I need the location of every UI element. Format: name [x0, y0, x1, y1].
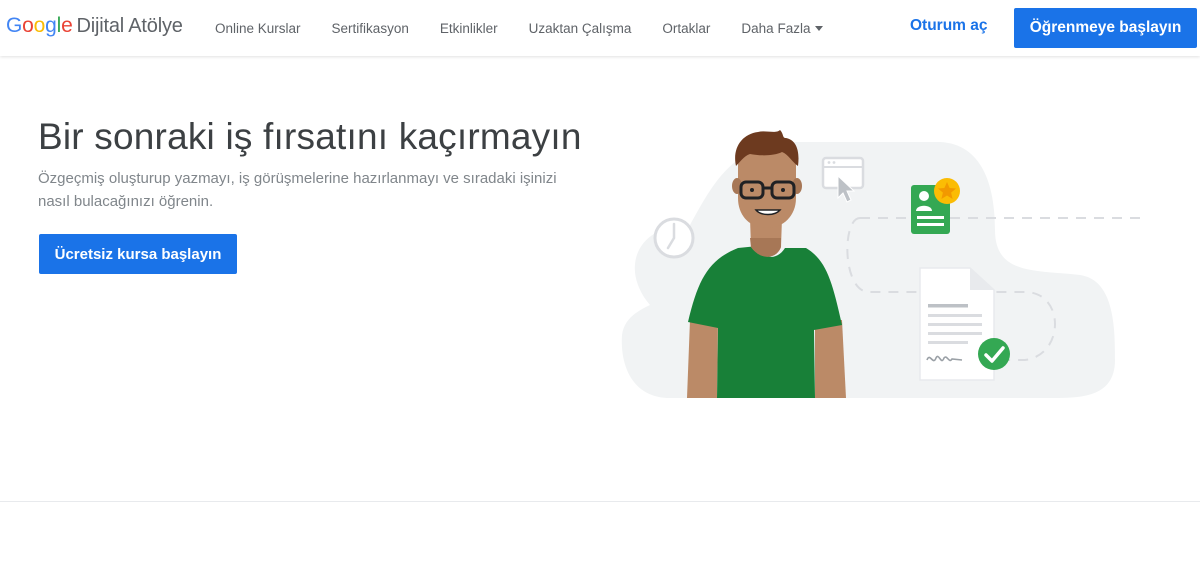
nav-item-label: Etkinlikler: [439, 20, 498, 36]
nav-item-label: Uzaktan Çalışma: [528, 20, 632, 36]
nav-item-online-courses[interactable]: Online Kurslar: [215, 21, 301, 36]
logo-letter: G: [6, 14, 23, 37]
caret-down-icon: [815, 26, 824, 32]
nav-item-more[interactable]: Daha Fazla: [741, 20, 824, 36]
clock-icon: [653, 217, 695, 259]
nav-item-label: Ortaklar: [662, 20, 711, 36]
nav-item-partners[interactable]: Ortaklar: [662, 21, 710, 36]
start-learning-button[interactable]: Öğrenmeye başlayın: [1014, 8, 1197, 48]
nav-item-certification[interactable]: Sertifikasyon: [332, 21, 409, 36]
logo-letter: o: [33, 14, 46, 37]
checkmark-icon: [978, 338, 1010, 370]
logo-letter: g: [45, 14, 57, 37]
hero-description: Özgeçmiş oluşturup yazmayı, iş görüşmele…: [38, 170, 557, 210]
page-title: Bir sonraki iş fırsatını kaçırmayın: [38, 116, 582, 157]
logo-letter: e: [61, 14, 73, 37]
logo-letter: o: [22, 14, 34, 37]
main-nav: Online Kurslar Sertifikasyon Etkinlikler…: [215, 0, 854, 56]
nav-item-remote-work[interactable]: Uzaktan Çalışma: [529, 21, 632, 36]
nav-item-label: Sertifikasyon: [331, 20, 409, 36]
nav-item-events[interactable]: Etkinlikler: [440, 21, 498, 36]
top-navigation-bar: Google Dijital Atölye Online Kurslar Ser…: [0, 0, 1200, 56]
sign-in-link[interactable]: Oturum aç: [910, 17, 988, 35]
section-divider: [0, 501, 1200, 502]
google-digital-workshop-logo[interactable]: Google Dijital Atölye: [6, 14, 183, 42]
nav-item-label: Daha Fazla: [741, 20, 811, 36]
career-illustration: [621, 130, 1140, 398]
logo-product-name: Dijital Atölye: [76, 15, 183, 37]
nav-item-label: Online Kurslar: [215, 20, 301, 36]
star-badge-icon: [934, 178, 960, 204]
start-free-course-button[interactable]: Ücretsiz kursa başlayın: [39, 234, 237, 274]
